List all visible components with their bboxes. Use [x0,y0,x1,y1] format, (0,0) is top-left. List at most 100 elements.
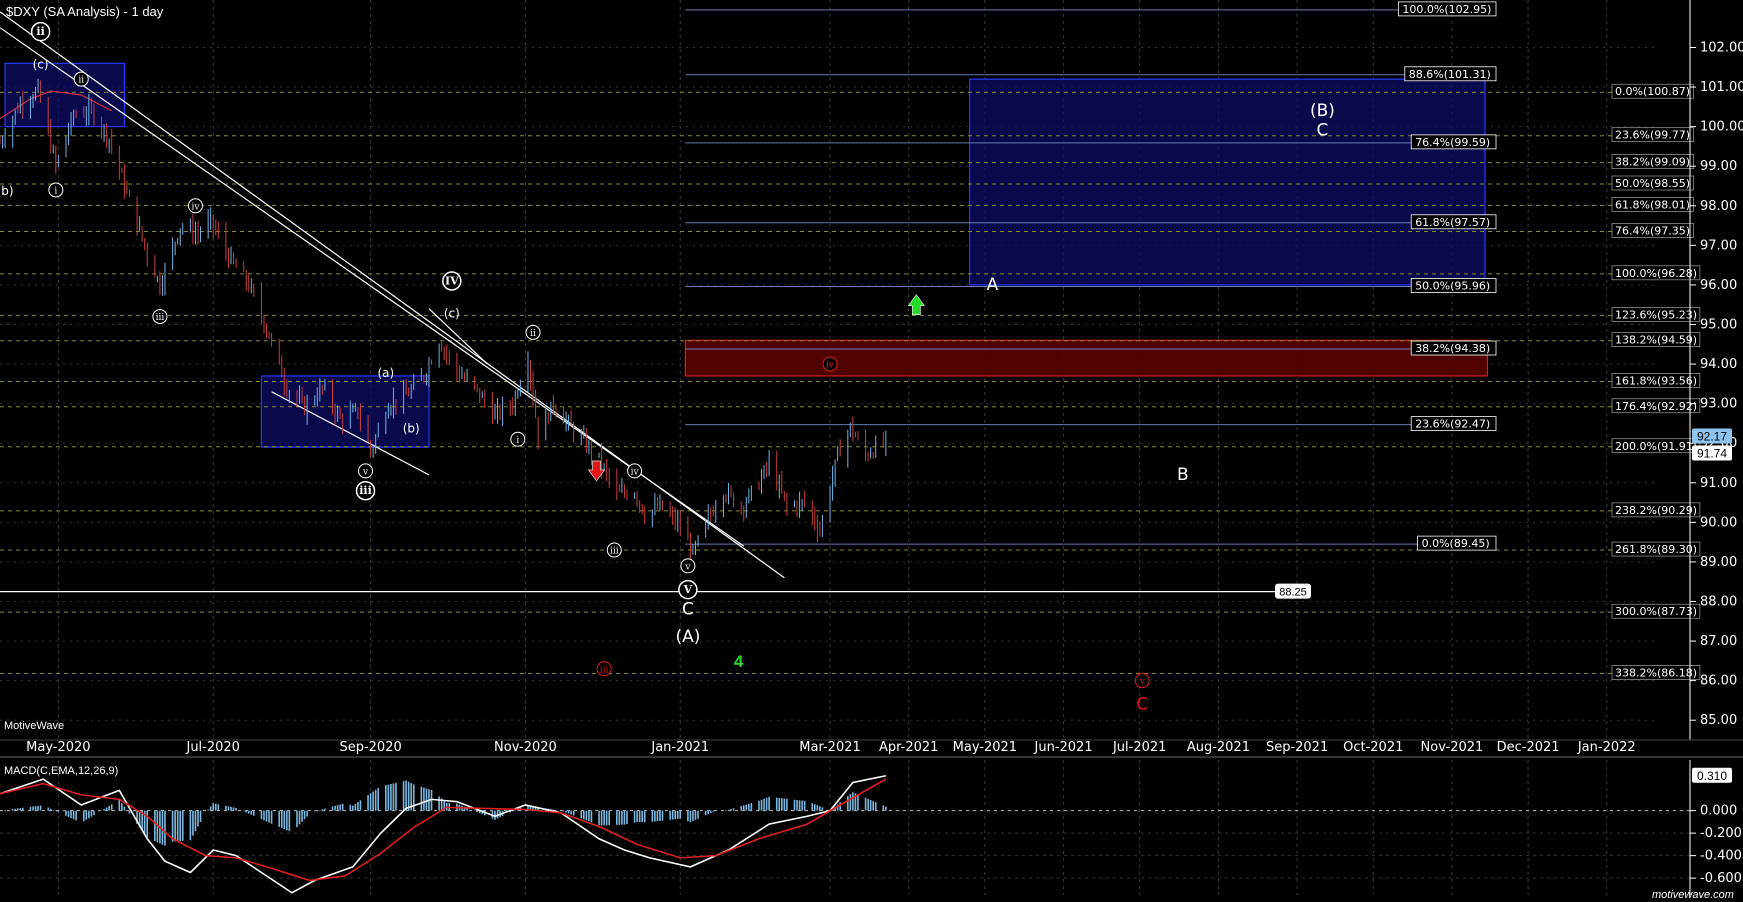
watermark: MotiveWave [4,720,64,732]
chart-svg: 88.25 100.0%(102.95) 88.6%(101.31) 76.4%(9… [0,0,1743,901]
macd-title: MACD(C,EMA,12,26,9) [4,765,118,777]
fib-axis-label: 200.0%(91.91) [1615,440,1697,453]
y-tick-label: 93.00 [1700,397,1737,412]
wave-label: iii [359,484,372,497]
support-line-label: 88.25 [1279,587,1307,599]
chart-title: $DXY (SA Analysis) - 1 day [6,4,164,19]
fib-label-grey: 0.0%(89.45) [1422,537,1490,550]
x-tick-label: Apr-2021 [879,740,938,755]
x-tick-label: Jul-2020 [185,740,239,755]
wave-label: iii [156,313,165,323]
wave-label: C [1317,121,1329,141]
fib-label-grey: 88.6%(101.31) [1409,68,1491,81]
y-tick-label: 88.00 [1700,594,1737,609]
macd-tick-label: -0.200 [1700,826,1742,841]
green-wave-label: 4 [734,652,744,671]
x-tick-label: Sep-2021 [1266,740,1328,755]
macd-tick-label: 0.000 [1700,804,1737,819]
fib-axis-label: 300.0%(87.73) [1615,605,1697,618]
y-tick-label: 99.00 [1700,159,1737,174]
y-tick-label: 87.00 [1700,634,1737,649]
wave-label: v [362,467,369,477]
fib-axis-label: 161.8%(93.56) [1615,374,1697,387]
x-tick-label: Dec-2021 [1497,740,1560,755]
fib-label-grey: 76.4%(99.59) [1415,136,1490,149]
fib-axis-label: 238.2%(90.29) [1615,504,1697,517]
x-tick-label: Aug-2021 [1187,740,1250,755]
fib-axis-label: 338.2%(86.18) [1615,667,1697,680]
x-tick-label: Sep-2020 [339,740,401,755]
y-tick-label: 91.00 [1700,476,1737,491]
x-tick-label: Jan-2021 [650,740,709,755]
wave-label: iv [191,202,200,212]
wave-label: (c) [33,57,49,71]
wave-label: (c) [444,307,460,321]
fib-axis-label: 76.4%(97.35) [1615,224,1690,237]
wave-label: iv [826,361,835,371]
fib-label-grey: 23.6%(92.47) [1415,418,1490,431]
fib-axis-label: 261.8%(89.30) [1615,543,1697,556]
macd-tick-label: -0.400 [1700,849,1742,864]
wave-label: i [516,436,519,446]
fib-axis-label: 61.8%(98.01) [1615,198,1690,211]
blue-target-box [969,78,1486,286]
wave-label: ii [78,76,84,86]
y-tick-label: 98.00 [1700,199,1737,214]
x-tick-label: Jun-2021 [1034,740,1093,755]
y-tick-label: 101.00 [1700,80,1743,95]
wave-label: iii [600,665,609,675]
wave-label: i [54,186,57,196]
y-tick-label: 100.00 [1700,120,1743,135]
fib-axis-label: 23.6%(99.77) [1615,129,1690,142]
wave-label: ii [530,329,536,339]
up-arrow-icon [907,294,925,316]
fib-label-grey: 100.0%(102.95) [1402,3,1491,16]
macd-panel: MACD(C,EMA,12,26,9) 0.000 -0.200 -0.400 -0.6… [0,760,1742,895]
wave-label: v [684,562,691,572]
fib-label-grey: 50.0%(95.96) [1415,280,1490,293]
wave-label: (b) [403,421,420,435]
x-tick-label: Nov-2021 [1421,740,1484,755]
macd-value-label: 0.310 [1697,769,1727,783]
macd-series-signal [0,778,887,882]
x-tick-label: Mar-2021 [799,740,860,755]
wave-label: iii [610,547,619,557]
wave-label: V [683,583,693,596]
y-tick-label: 102.00 [1700,40,1743,55]
fib-axis-label: 123.6%(95.23) [1615,308,1697,321]
wave-label: (a) [377,366,394,380]
y-tick-label: 96.00 [1700,278,1737,293]
wave-label: A [987,275,999,295]
macd-tick-label: -0.600 [1700,871,1742,886]
wave-label: v [1139,677,1146,687]
footer-brand: motivewave.com [1652,889,1734,901]
wave-label: (A) [675,627,700,647]
wave-label: iv [631,467,640,477]
x-tick-label: Oct-2021 [1343,740,1403,755]
wave-label: (b) [0,184,14,198]
fib-axis-label: 100.0%(96.28) [1615,267,1697,280]
y-tick-label: 89.00 [1700,555,1737,570]
y-tick-label: 90.00 [1700,515,1737,530]
last-price-alt-label: 92.17 [1697,429,1727,443]
macd-series-macd [0,774,887,894]
fib-axis-label: 38.2%(99.09) [1615,156,1690,169]
last-price-label: 91.74 [1697,446,1727,460]
fib-axis-label: 138.2%(94.59) [1615,334,1697,347]
x-tick-label: May-2021 [953,740,1017,755]
red-iv-box [684,339,1489,377]
x-tick-label: Jan-2022 [1577,740,1636,755]
y-tick-label: 86.00 [1700,674,1737,689]
wave-label: C [1136,694,1148,714]
wave-label: IV [445,274,459,287]
fib-axis-label: 0.0%(100.87) [1615,85,1690,98]
x-tick-label: Nov-2020 [494,740,557,755]
x-tick-label: May-2020 [26,740,90,755]
y-tick-label: 94.00 [1700,357,1737,372]
fib-label-grey: 61.8%(97.57) [1415,216,1490,229]
wave-label: (B) [1310,101,1335,121]
wave-label: ii [36,25,44,38]
fib-axis-label: 176.4%(92.92) [1615,400,1697,413]
y-tick-label: 97.00 [1700,238,1737,253]
wave-label: B [1177,465,1189,485]
